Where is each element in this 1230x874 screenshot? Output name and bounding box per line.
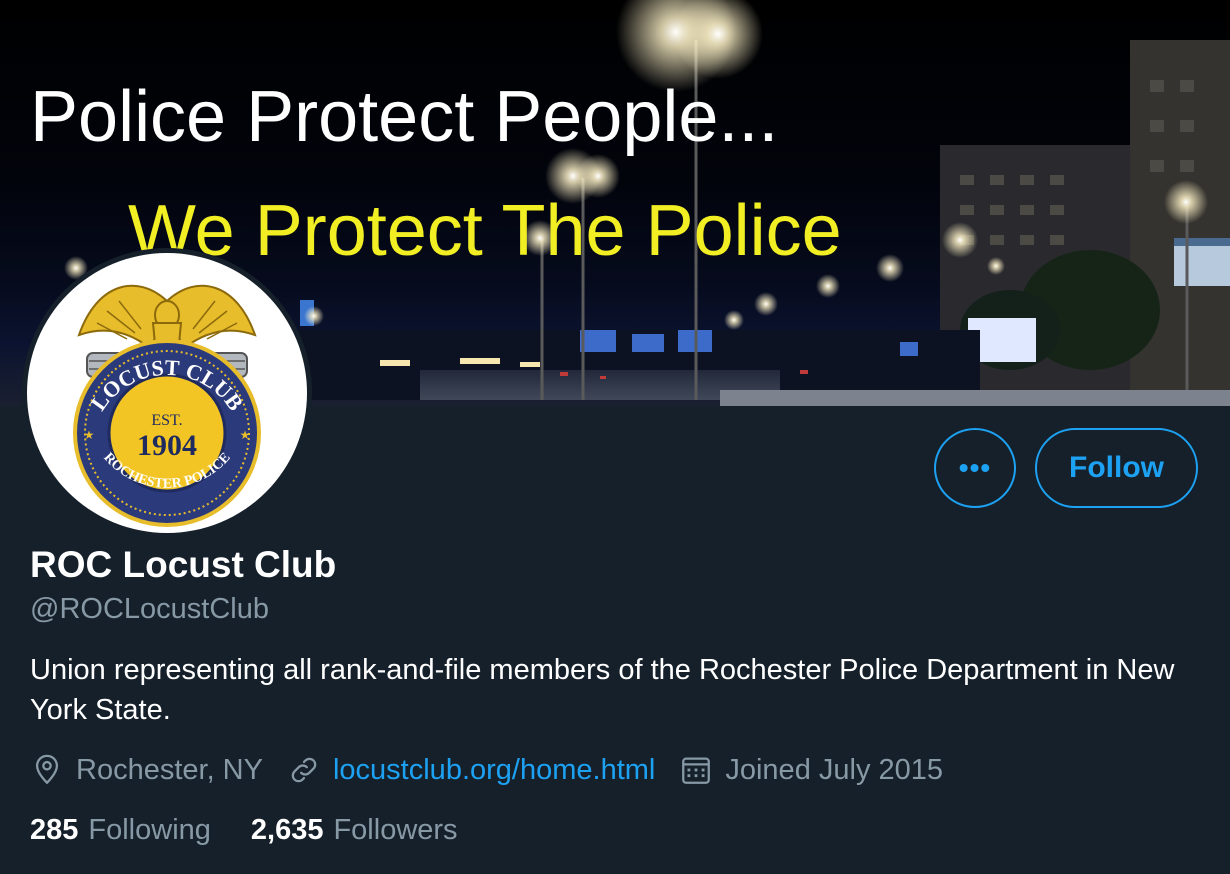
profile-avatar[interactable]: LOCUST CLUB ROCHESTER POLICE EST. 1904 ★… — [22, 248, 312, 538]
profile-bio: Union representing all rank-and-file mem… — [30, 654, 1175, 726]
following-count: 285 — [30, 813, 79, 846]
avatar-year: 1904 — [137, 429, 197, 462]
link-icon — [287, 753, 321, 787]
svg-text:★: ★ — [240, 428, 251, 442]
followers-count: 2,635 — [250, 813, 324, 846]
following-label: Following — [88, 813, 211, 846]
location-pin-icon — [30, 753, 64, 787]
location-text: Rochester, NY — [76, 753, 263, 786]
joined-item: Joined July 2015 — [679, 753, 943, 787]
calendar-icon — [679, 753, 713, 787]
website-item[interactable]: locustclub.org/home.html — [287, 753, 655, 787]
follow-stats: 285 Following 2,635 Followers — [30, 810, 498, 850]
website-link[interactable]: locustclub.org/home.html — [333, 754, 655, 787]
location-item: Rochester, NY — [30, 753, 263, 787]
follow-button[interactable]: Follow — [1035, 428, 1198, 508]
avatar-est-label: EST. — [151, 412, 182, 429]
user-handle: @ROCLocustClub — [30, 593, 269, 625]
following-link[interactable]: 285 Following — [30, 814, 211, 847]
more-options-button[interactable]: ••• — [934, 428, 1016, 508]
display-name: ROC Locust Club — [30, 544, 337, 585]
joined-text: Joined July 2015 — [725, 753, 944, 786]
svg-text:★: ★ — [84, 428, 95, 442]
avatar-logo: LOCUST CLUB ROCHESTER POLICE EST. 1904 ★… — [27, 253, 307, 533]
banner-headline: Police Protect People... — [30, 77, 779, 157]
followers-label: Followers — [333, 813, 458, 846]
profile-meta: Rochester, NY locustclub.org/home.html J… — [30, 750, 967, 790]
more-icon: ••• — [958, 452, 992, 483]
followers-link[interactable]: 2,635 Followers — [251, 814, 458, 847]
